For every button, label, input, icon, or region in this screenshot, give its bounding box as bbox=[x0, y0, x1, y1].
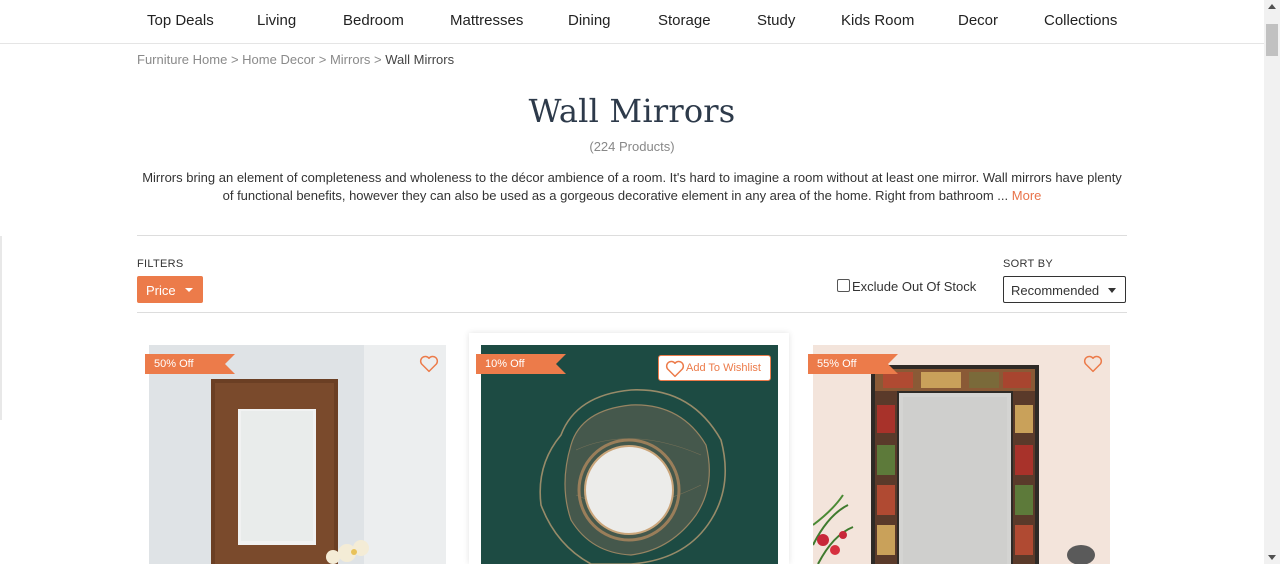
filters-label: FILTERS bbox=[137, 258, 184, 270]
breadcrumb-mirrors[interactable]: Mirrors bbox=[330, 52, 370, 67]
nav-collections[interactable]: Collections bbox=[1044, 12, 1117, 29]
exclude-out-of-stock-checkbox[interactable] bbox=[837, 279, 850, 292]
breadcrumb-home-decor[interactable]: Home Decor bbox=[242, 52, 315, 67]
price-filter-label: Price bbox=[146, 283, 176, 298]
sort-by-label: SORT BY bbox=[1003, 258, 1053, 270]
product-card[interactable]: 55% Off bbox=[801, 333, 1121, 564]
chevron-down-icon bbox=[185, 288, 193, 292]
chevron-down-icon bbox=[1108, 288, 1116, 293]
divider bbox=[137, 235, 1127, 236]
wooden-frame-mirror-image bbox=[149, 345, 446, 564]
vertical-scrollbar[interactable] bbox=[1264, 0, 1280, 564]
nav-living[interactable]: Living bbox=[257, 12, 296, 29]
nav-storage[interactable]: Storage bbox=[658, 12, 711, 29]
discount-badge: 10% Off bbox=[476, 354, 566, 374]
breadcrumb-current: Wall Mirrors bbox=[385, 52, 455, 67]
description-text: Mirrors bring an element of completeness… bbox=[142, 170, 1122, 203]
scroll-thumb[interactable] bbox=[1266, 24, 1278, 56]
nav-study[interactable]: Study bbox=[757, 12, 795, 29]
product-image[interactable] bbox=[813, 345, 1110, 564]
discount-badge: 55% Off bbox=[808, 354, 898, 374]
left-side-tab bbox=[0, 236, 2, 420]
scroll-down-arrow-icon[interactable] bbox=[1268, 555, 1276, 560]
product-image[interactable] bbox=[149, 345, 446, 564]
category-description: Mirrors bring an element of completeness… bbox=[137, 169, 1127, 205]
page-title: Wall Mirrors bbox=[528, 92, 736, 130]
exclude-out-of-stock-label: Exclude Out Of Stock bbox=[852, 279, 977, 294]
sort-select[interactable]: Recommended bbox=[1003, 276, 1126, 303]
painted-frame-mirror-image bbox=[813, 345, 1110, 564]
scroll-up-arrow-icon[interactable] bbox=[1268, 4, 1276, 9]
divider bbox=[137, 312, 1127, 313]
heart-icon[interactable] bbox=[1083, 355, 1103, 373]
nav-decor[interactable]: Decor bbox=[958, 12, 998, 29]
sort-selected-value: Recommended bbox=[1011, 283, 1100, 298]
heart-icon bbox=[665, 360, 685, 378]
exclude-out-of-stock[interactable]: Exclude Out Of Stock bbox=[837, 279, 976, 294]
add-to-wishlist-button[interactable]: Add To Wishlist bbox=[658, 355, 771, 381]
nav-top-deals[interactable]: Top Deals bbox=[147, 12, 214, 29]
product-card[interactable]: 50% Off bbox=[137, 333, 457, 564]
breadcrumb: Furniture Home > Home Decor > Mirrors > … bbox=[137, 52, 454, 67]
breadcrumb-separator: > bbox=[318, 52, 330, 67]
top-nav: Top Deals Living Bedroom Mattresses Dini… bbox=[0, 0, 1264, 44]
breadcrumb-furniture-home[interactable]: Furniture Home bbox=[137, 52, 227, 67]
nav-bedroom[interactable]: Bedroom bbox=[343, 12, 404, 29]
nav-dining[interactable]: Dining bbox=[568, 12, 611, 29]
product-card[interactable]: 10% Off Add To Wishlist bbox=[469, 333, 789, 564]
more-link[interactable]: More bbox=[1012, 188, 1042, 203]
nav-kids-room[interactable]: Kids Room bbox=[841, 12, 914, 29]
add-to-wishlist-label: Add To Wishlist bbox=[686, 362, 761, 374]
price-filter-button[interactable]: Price bbox=[137, 276, 203, 303]
nav-mattresses[interactable]: Mattresses bbox=[450, 12, 523, 29]
product-count: (224 Products) bbox=[589, 139, 675, 154]
breadcrumb-separator: > bbox=[230, 52, 243, 67]
discount-badge: 50% Off bbox=[145, 354, 235, 374]
heart-icon[interactable] bbox=[419, 355, 439, 373]
breadcrumb-separator: > bbox=[374, 52, 386, 67]
